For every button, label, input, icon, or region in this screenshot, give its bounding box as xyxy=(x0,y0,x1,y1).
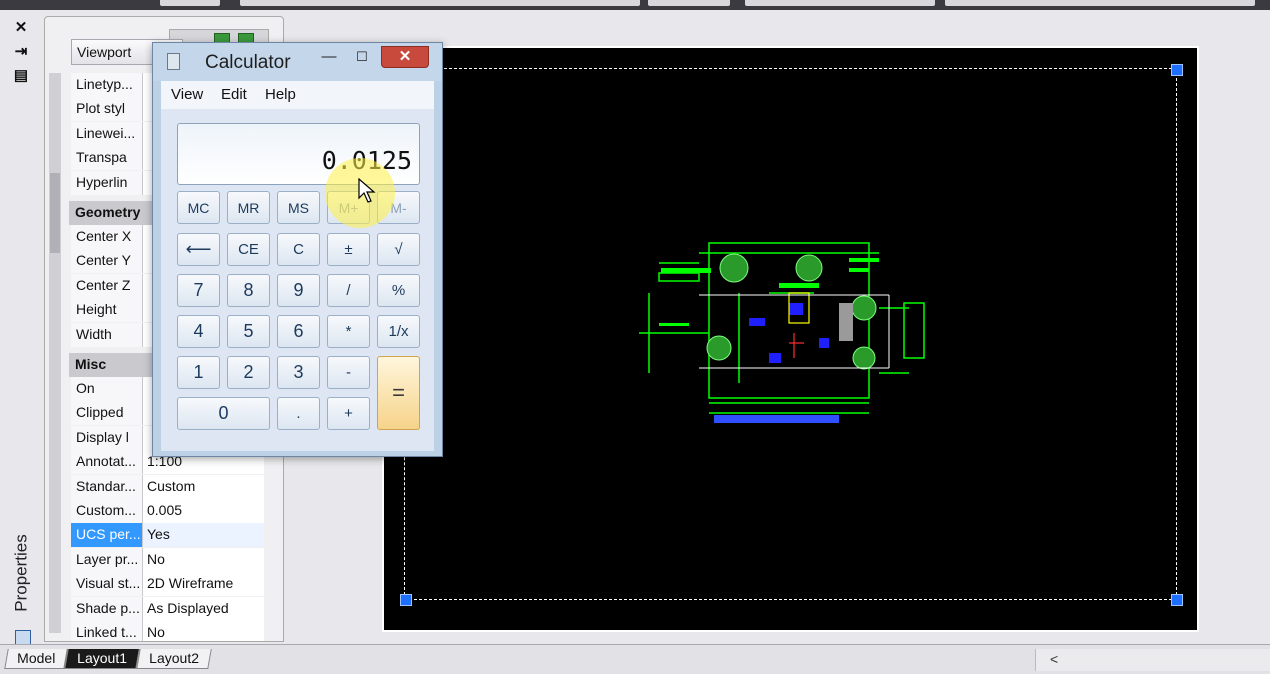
property-name: Transpa xyxy=(71,146,143,171)
properties-menu-icon[interactable]: ▤ xyxy=(10,66,32,84)
properties-scrollbar[interactable] xyxy=(49,73,61,633)
property-name: Display l xyxy=(71,425,143,450)
digit-7-button[interactable]: 7 xyxy=(177,274,220,307)
property-value[interactable]: As Displayed xyxy=(143,596,264,621)
digit-9-button[interactable]: 9 xyxy=(277,274,320,307)
digit-4-button[interactable]: 4 xyxy=(177,315,220,348)
reciprocal-button[interactable]: 1/x xyxy=(377,315,420,348)
properties-palette-titlebar: ✕ ⇥ ▤ Properties xyxy=(0,10,44,646)
toolbar-segment[interactable] xyxy=(945,0,1255,6)
digit-0-button[interactable]: 0 xyxy=(177,397,270,430)
ms-button[interactable]: MS xyxy=(277,191,320,224)
multiply-button[interactable]: * xyxy=(327,315,370,348)
digit-6-button[interactable]: 6 xyxy=(277,315,320,348)
calculator-app-icon xyxy=(167,53,180,70)
property-name: Width xyxy=(71,322,143,347)
property-name: Linked t... xyxy=(71,621,143,641)
property-name: Hyperlin xyxy=(71,170,143,195)
digit-8-button[interactable]: 8 xyxy=(227,274,270,307)
property-name: Clipped xyxy=(71,401,143,426)
tab-model[interactable]: Model xyxy=(4,649,68,669)
property-row[interactable]: Shade p... As Displayed xyxy=(71,596,264,621)
mouse-pointer-icon xyxy=(358,178,376,203)
viewport-grip[interactable] xyxy=(400,594,412,606)
percent-button[interactable]: % xyxy=(377,274,420,307)
property-name: Annotat... xyxy=(71,450,143,475)
decimal-button[interactable]: . xyxy=(277,397,320,430)
calculator-title: Calculator xyxy=(205,52,291,73)
maximize-icon[interactable]: ☐ xyxy=(349,47,375,69)
palette-title: Properties xyxy=(12,533,32,612)
property-row[interactable]: Visual st... 2D Wireframe xyxy=(71,572,264,597)
digit-3-button[interactable]: 3 xyxy=(277,356,320,389)
property-row[interactable]: Layer pr... No xyxy=(71,547,264,572)
property-value[interactable]: Custom xyxy=(143,474,264,499)
menu-help[interactable]: Help xyxy=(265,86,296,103)
viewport-grip[interactable] xyxy=(1171,64,1183,76)
tab-layout1[interactable]: Layout1 xyxy=(64,649,140,669)
property-row[interactable]: Linked t... No xyxy=(71,621,264,641)
property-name: Linetyp... xyxy=(71,73,143,97)
digit-2-button[interactable]: 2 xyxy=(227,356,270,389)
property-name: UCS per... xyxy=(71,523,143,548)
property-name: Plot styl xyxy=(71,97,143,122)
property-name: Layer pr... xyxy=(71,547,143,572)
backspace-button[interactable]: ⟵ xyxy=(177,233,220,266)
property-name: Center Z xyxy=(71,273,143,298)
scroll-left-icon[interactable]: < xyxy=(1050,651,1058,667)
subtract-button[interactable]: - xyxy=(327,356,370,389)
property-row[interactable]: UCS per... Yes xyxy=(71,523,264,548)
layout-paper[interactable] xyxy=(382,46,1199,632)
mr-button[interactable]: MR xyxy=(227,191,270,224)
property-name: Center Y xyxy=(71,249,143,274)
property-name: Standar... xyxy=(71,474,143,499)
property-name: Linewei... xyxy=(71,121,143,146)
menu-edit[interactable]: Edit xyxy=(221,86,247,103)
autohide-icon[interactable]: ⇥ xyxy=(10,42,32,60)
property-name: Visual st... xyxy=(71,572,143,597)
horizontal-scrollbar[interactable]: < xyxy=(1035,649,1270,671)
property-name: On xyxy=(71,377,143,401)
divide-button[interactable]: / xyxy=(327,274,370,307)
viewport-grip[interactable] xyxy=(1171,594,1183,606)
toolbar-segment[interactable] xyxy=(648,0,730,6)
property-value[interactable]: No xyxy=(143,621,264,641)
property-name: Height xyxy=(71,298,143,323)
equals-button[interactable]: = xyxy=(377,356,420,430)
close-icon[interactable]: ✕ xyxy=(381,46,429,68)
plus-minus-button[interactable]: ± xyxy=(327,233,370,266)
minimize-icon[interactable]: — xyxy=(316,47,342,69)
property-value[interactable]: 0.005 xyxy=(143,499,264,523)
scrollbar-thumb[interactable] xyxy=(50,173,60,253)
menu-view[interactable]: View xyxy=(171,86,203,103)
add-button[interactable]: + xyxy=(327,397,370,430)
close-icon[interactable]: ✕ xyxy=(10,18,32,36)
calculator-window[interactable]: Calculator — ☐ ✕ View Edit Help 0.0125 M… xyxy=(152,42,443,457)
toolbar-segment[interactable] xyxy=(240,0,640,6)
floor-plan-drawing[interactable] xyxy=(639,233,934,433)
c-button[interactable]: C xyxy=(277,233,320,266)
tab-layout2[interactable]: Layout2 xyxy=(136,649,212,669)
property-value[interactable]: No xyxy=(143,547,264,572)
calculator-body: View Edit Help 0.0125 MCMRMSM+M-⟵CEC±√78… xyxy=(161,81,434,451)
digit-5-button[interactable]: 5 xyxy=(227,315,270,348)
property-name: Shade p... xyxy=(71,596,143,621)
ce-button[interactable]: CE xyxy=(227,233,270,266)
calculator-titlebar[interactable]: Calculator — ☐ ✕ xyxy=(153,43,442,81)
toolbar-segment[interactable] xyxy=(160,0,220,6)
top-toolbar-strip xyxy=(0,0,1270,10)
property-row[interactable]: Custom... 0.005 xyxy=(71,499,264,523)
property-value[interactable]: Yes xyxy=(143,523,264,548)
layout-tab-bar: Model Layout1 Layout2 < xyxy=(0,644,1270,674)
property-row[interactable]: Standar... Custom xyxy=(71,474,264,499)
property-name: Custom... xyxy=(71,499,143,523)
property-name: Center X xyxy=(71,225,143,249)
digit-1-button[interactable]: 1 xyxy=(177,356,220,389)
sqrt-button[interactable]: √ xyxy=(377,233,420,266)
property-value[interactable]: 2D Wireframe xyxy=(143,572,264,597)
toolbar-segment[interactable] xyxy=(745,0,935,6)
mc-button[interactable]: MC xyxy=(177,191,220,224)
calculator-menubar: View Edit Help xyxy=(161,81,434,109)
